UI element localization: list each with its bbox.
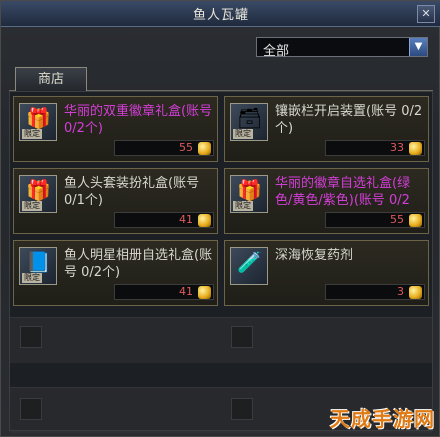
price-field: 55 bbox=[114, 140, 214, 156]
item-price: 41 bbox=[179, 213, 193, 226]
item-price: 41 bbox=[179, 285, 193, 298]
item-name: 华丽的徽章自选礼盒(绿色/黄色/紫色)(账号 0/2 bbox=[275, 176, 411, 208]
close-button[interactable]: ✕ bbox=[417, 5, 435, 23]
shop-item[interactable]: 📘 限定 鱼人明星相册自选礼盒(账号 0/2个) 41 bbox=[13, 240, 218, 306]
window-title: 鱼人瓦罐 bbox=[192, 8, 249, 23]
item-grid: 🎁 限定 华丽的双重徽章礼盒(账号 0/2个) 55 🗃 限定 镶嵌栏开启装置(… bbox=[9, 91, 433, 431]
coin-icon bbox=[409, 286, 422, 299]
coin-icon bbox=[198, 286, 211, 299]
filter-selected: 全部 bbox=[263, 44, 290, 59]
price-field: 33 bbox=[325, 140, 425, 156]
item-name: 深海恢复药剂 bbox=[275, 248, 354, 263]
limited-badge: 限定 bbox=[22, 273, 42, 283]
item-price: 3 bbox=[397, 285, 404, 298]
item-name: 鱼人头套装扮礼盒(账号 0/1个) bbox=[64, 176, 200, 208]
tab-bar: 商店 bbox=[9, 61, 433, 92]
shop-item[interactable]: 🎁 限定 鱼人头套装扮礼盒(账号 0/1个) 41 bbox=[13, 168, 218, 234]
gift-box-icon: 🎁 限定 bbox=[19, 175, 57, 213]
title-bar[interactable]: 鱼人瓦罐 ✕ bbox=[1, 1, 440, 27]
item-price: 33 bbox=[390, 141, 404, 154]
price-field: 55 bbox=[325, 212, 425, 228]
limited-badge: 限定 bbox=[22, 201, 42, 211]
price-field: 41 bbox=[114, 284, 214, 300]
coin-icon bbox=[198, 142, 211, 155]
chevron-down-icon[interactable]: ▼ bbox=[409, 38, 427, 56]
shop-item[interactable]: 🎁 限定 华丽的双重徽章礼盒(账号 0/2个) 55 bbox=[13, 96, 218, 162]
price-field: 41 bbox=[114, 212, 214, 228]
photo-album-icon: 📘 限定 bbox=[19, 247, 57, 285]
item-name: 华丽的双重徽章礼盒(账号 0/2个) bbox=[64, 104, 213, 136]
shop-window: 鱼人瓦罐 ✕ 全部 ▼ 商店 🎁 限定 华丽的双重徽章礼盒(账号 0/2个) 5… bbox=[0, 0, 440, 437]
gift-box-icon: 🎁 限定 bbox=[230, 175, 268, 213]
coin-icon bbox=[409, 142, 422, 155]
limited-badge: 限定 bbox=[22, 129, 42, 139]
shop-item[interactable]: 🎁 限定 华丽的徽章自选礼盒(绿色/黄色/紫色)(账号 0/2 55 bbox=[224, 168, 429, 234]
gift-box-icon: 🎁 限定 bbox=[19, 103, 57, 141]
price-field: 3 bbox=[325, 284, 425, 300]
limited-badge: 限定 bbox=[233, 129, 253, 139]
socket-device-icon: 🗃 限定 bbox=[230, 103, 268, 141]
item-price: 55 bbox=[179, 141, 193, 154]
empty-row bbox=[10, 317, 432, 363]
limited-badge: 限定 bbox=[233, 201, 253, 211]
item-name: 鱼人明星相册自选礼盒(账号 0/2个) bbox=[64, 248, 213, 280]
watermark: 天成手游网 bbox=[330, 407, 435, 431]
item-name: 镶嵌栏开启装置(账号 0/2个) bbox=[275, 104, 423, 136]
filter-dropdown[interactable]: 全部 ▼ bbox=[256, 37, 428, 59]
shop-item[interactable]: 🧪 深海恢复药剂 3 bbox=[224, 240, 429, 306]
coin-icon bbox=[198, 214, 211, 227]
coin-icon bbox=[409, 214, 422, 227]
shop-item[interactable]: 🗃 限定 镶嵌栏开启装置(账号 0/2个) 33 bbox=[224, 96, 429, 162]
potion-icon: 🧪 bbox=[230, 247, 268, 285]
tab-shop[interactable]: 商店 bbox=[15, 67, 87, 92]
item-price: 55 bbox=[390, 213, 404, 226]
